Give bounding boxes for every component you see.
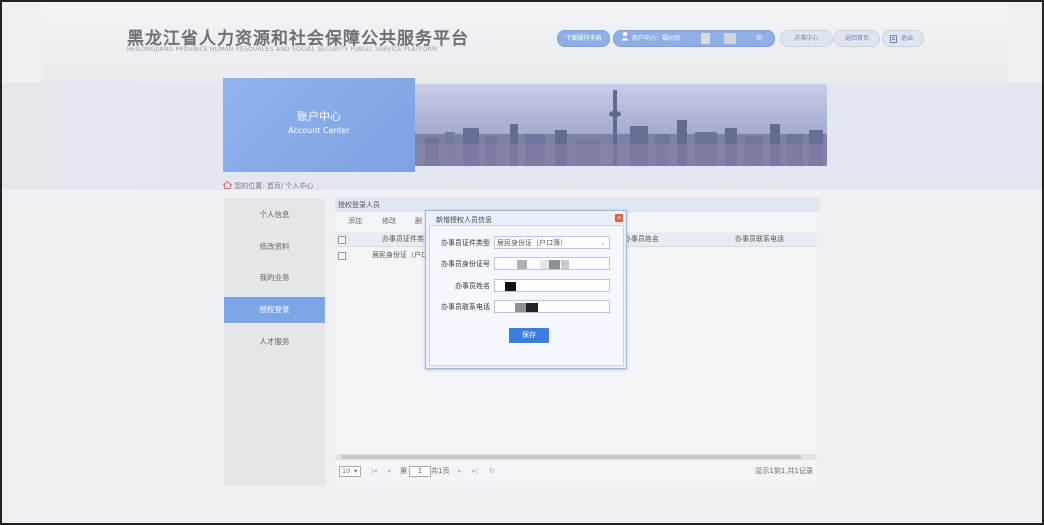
breadcrumb-prefix: 您的位置: [234,182,267,190]
id-type-label: 办事员证件类型 [441,239,490,247]
sidebar-item-edit-profile[interactable]: 修改资料 [224,234,325,260]
prev-page-icon[interactable]: ◂ [387,464,391,478]
logout-icon [890,34,897,49]
user-name-suffix: 司 [756,35,763,42]
pager: 10 ▾ |◂ ◂ 第 1 共1页 ▸ ▸| ↻ 显示1到1,共1记录 [335,464,817,478]
sidebar-item-talent-service[interactable]: 人才服务 [224,329,325,355]
phone-input[interactable] [494,300,610,313]
column-header-id-type[interactable]: 办事员证件类 [382,232,424,246]
banner-title-en: Account Center [288,126,350,135]
redaction-mask [724,33,736,44]
home-button[interactable]: 返回首页 [834,30,880,47]
cell-id-type: 居民身份证（户口 [372,251,428,259]
column-header-name[interactable]: 办事员姓名 [624,232,659,246]
close-icon[interactable]: × [615,214,623,222]
logout-button[interactable]: 退出 [882,30,924,47]
home-icon[interactable] [222,180,233,191]
scrollbar-thumb[interactable] [341,455,801,459]
dialog-title: 新增授权人员信息 [436,216,492,224]
refresh-icon[interactable]: ↻ [489,464,495,478]
user-name: 福州润 [662,35,681,42]
site-subtitle: HEILONGJIANG PROVINCE HUMAN RESOURCES AN… [127,46,438,53]
chevron-down-icon: ▾ [354,467,358,475]
page-size-value: 10 [342,467,351,475]
redaction-mask [540,260,549,269]
page-number-input[interactable]: 1 [409,466,431,477]
download-manual-button[interactable]: 下载操作手册 [557,30,610,47]
business-center-button[interactable]: 办事中心 [780,30,833,47]
user-center-button[interactable]: 用户中心： 福州润 司 [613,30,775,47]
redaction-mask [517,260,527,269]
id-type-select[interactable]: 居民身份证（户口簿） ⌄ [494,236,610,249]
sidebar-item-my-business[interactable]: 我的业务 [224,265,325,291]
banner-title-cn: 账户中心 [297,110,341,123]
account-center-banner: 账户中心 Account Center [223,78,415,172]
dialog-body: 办事员证件类型 居民身份证（户口簿） ⌄ 办事员身份证号 办事员姓名 办事员联系… [429,225,624,366]
id-number-input[interactable] [494,257,610,270]
city-skyline-image [415,84,827,166]
page-total: 共1页 [431,467,450,475]
select-all-checkbox[interactable] [338,236,346,244]
first-page-icon[interactable]: |◂ [371,464,377,478]
sidebar-item-personal-info[interactable]: 个人信息 [224,202,325,228]
edit-button[interactable]: 修改 [382,214,396,228]
next-page-icon[interactable]: ▸ [458,464,462,478]
user-center-label: 用户中心： [632,35,663,42]
site-header: 黑龙江省人力资源和社会保障公共服务平台 HEILONGJIANG PROVINC… [42,2,1008,82]
column-header-phone[interactable]: 办事员联系电话 [735,232,784,246]
save-button[interactable]: 保存 [509,328,549,343]
name-label: 办事员姓名 [455,282,490,290]
user-icon [621,31,629,47]
add-button[interactable]: 添加 [348,214,362,228]
redaction-mask [549,260,560,269]
redaction-mask [526,303,538,312]
redaction-mask [505,282,516,291]
pager-summary: 显示1到1,共1记录 [755,467,813,475]
browser-frame: 黑龙江省人力资源和社会保障公共服务平台 HEILONGJIANG PROVINC… [0,0,1044,525]
last-page-icon[interactable]: ▸| [472,464,478,478]
logout-label: 退出 [901,35,914,42]
name-input[interactable] [494,279,610,292]
phone-label: 办事员联系电话 [441,303,490,311]
page: 黑龙江省人力资源和社会保障公共服务平台 HEILONGJIANG PROVINC… [2,2,1042,523]
add-authorized-person-dialog: 新增授权人员信息 × 办事员证件类型 居民身份证（户口簿） ⌄ 办事员身份证号 … [425,210,627,369]
redaction-mask [561,260,569,269]
row-checkbox[interactable] [338,252,346,260]
id-type-value: 居民身份证（户口簿） [497,239,567,247]
page-size-select[interactable]: 10 ▾ [339,466,361,477]
breadcrumb: 您的位置: 首页/ 个人中心 [222,180,314,191]
delete-button[interactable]: 删 [415,214,422,228]
redaction-mask [515,303,526,312]
horizontal-scrollbar[interactable] [335,454,817,460]
redaction-mask [701,33,710,44]
sidebar-item-authorized-login[interactable]: 授权登录 [224,297,325,323]
page-prefix: 第 [400,467,407,475]
sidebar: 个人信息 修改资料 我的业务 授权登录 人才服务 [224,198,325,486]
id-number-label: 办事员身份证号 [441,260,490,268]
breadcrumb-path[interactable]: 首页/ 个人中心 [267,182,314,190]
chevron-down-icon: ⌄ [600,239,606,247]
